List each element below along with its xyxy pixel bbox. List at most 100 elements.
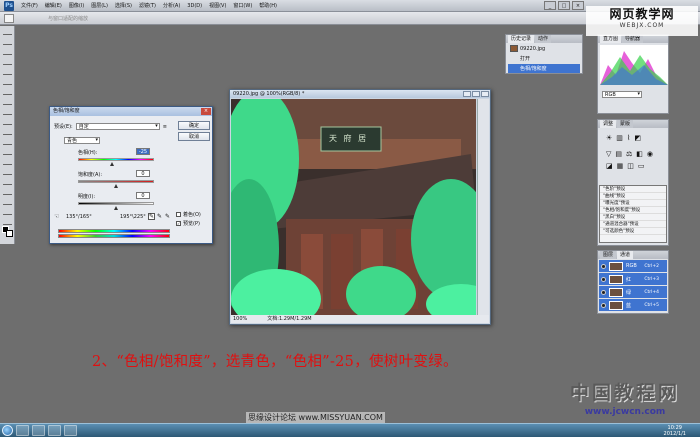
eye-icon[interactable] [601,289,606,295]
maximize-icon[interactable] [472,91,480,97]
preset-select[interactable]: 自定 [75,123,160,130]
eraser-tool-icon[interactable] [3,128,12,135]
menu-select[interactable]: 选择(S) [115,2,132,9]
saturation-slider-track[interactable] [78,180,154,183]
lightness-slider-thumb[interactable] [114,206,118,210]
taskbar-photoshop-icon[interactable] [64,425,77,436]
tab-adjustments[interactable]: 调整 [600,120,617,128]
menu-3d[interactable]: 3D(D) [187,3,202,9]
history-snapshot[interactable]: 09220.jpg [508,44,580,53]
eyedropper-minus-icon[interactable]: ✎ [165,213,170,220]
cancel-button[interactable]: 取消 [178,132,210,141]
taskbar-ie-icon[interactable] [16,425,29,436]
path-select-icon[interactable] [3,188,12,195]
tab-layers[interactable]: 图层 [600,251,617,259]
saturation-slider-thumb[interactable] [114,184,118,188]
colorize-checkbox[interactable]: 着色(O) [176,211,201,218]
menu-layer[interactable]: 图层(L) [91,2,108,9]
app-maximize-icon[interactable]: □ [558,1,570,10]
menu-help[interactable]: 帮助(H) [259,2,277,9]
lasso-tool-icon[interactable] [3,48,12,55]
invert-icon[interactable]: ◪ [606,162,613,170]
lightness-input[interactable]: 0 [136,192,150,199]
menu-filter[interactable]: 滤镜(T) [139,2,156,9]
app-close-icon[interactable]: × [572,1,584,10]
hand-tool-icon[interactable] [3,208,12,215]
minimize-icon[interactable] [463,91,471,97]
channel-row-blue[interactable]: 蓝 Ctrl+5 [599,299,667,311]
channel-row-rgb[interactable]: RGB Ctrl+2 [599,260,667,272]
history-brush-icon[interactable] [3,118,12,125]
saturation-input[interactable]: 0 [136,170,150,177]
dodge-tool-icon[interactable] [3,158,12,165]
threshold-icon[interactable]: ◫ [627,162,634,170]
levels-icon[interactable]: ▥ [616,134,623,142]
list-item[interactable]: "色阶"预设 [600,186,666,193]
tab-actions[interactable]: 动作 [535,35,552,43]
background-color-swatch[interactable] [6,230,13,237]
gradient-map-icon[interactable]: ▭ [638,162,645,170]
document-photo[interactable]: 天 府 居 [231,99,476,316]
brightness-icon[interactable]: ☀ [606,134,612,142]
balance-icon[interactable]: ⚖ [626,150,632,158]
eyedropper-icon[interactable]: ✎ [148,213,155,220]
hue-slider-thumb[interactable] [110,162,114,166]
hue-slider-track[interactable] [78,158,154,161]
eyedropper-icon[interactable] [3,78,12,85]
gradient-tool-icon[interactable] [3,138,12,145]
photo-filter-icon[interactable]: ◉ [647,150,653,158]
eyedropper-plus-icon[interactable]: ✎ [157,213,162,220]
healing-tool-icon[interactable] [3,88,12,95]
vibrance-icon[interactable]: ▽ [606,150,611,158]
list-item[interactable]: "可选颜色"预设 [600,228,666,235]
crop-tool-icon[interactable] [3,68,12,75]
list-item[interactable]: "通道混合器"预设 [600,221,666,228]
preset-menu-icon[interactable]: ≡ [163,124,167,130]
taskbar-folder-icon[interactable] [32,425,45,436]
histogram-channel-select[interactable]: RGB [602,91,642,98]
list-item[interactable]: "曝光度"预设 [600,200,666,207]
posterize-icon[interactable]: ▦ [617,162,624,170]
list-item[interactable]: "黑白"预设 [600,214,666,221]
brush-tool-icon[interactable] [3,98,12,105]
history-item-hue-sat[interactable]: 色相/饱和度 [508,64,580,73]
hue-input[interactable]: -25 [136,148,150,155]
marquee-tool-icon[interactable] [3,38,12,45]
tab-navigator[interactable]: 导航器 [622,35,644,43]
exposure-icon[interactable]: ◩ [634,134,641,142]
eye-icon[interactable] [601,302,606,308]
start-button-icon[interactable] [2,425,13,436]
zoom-level[interactable]: 100% [233,315,247,323]
menu-edit[interactable]: 编辑(E) [45,2,62,9]
shape-tool-icon[interactable] [3,198,12,205]
tab-histogram[interactable]: 直方图 [600,35,622,43]
colorize-checkbox-box[interactable] [176,212,181,217]
bw-icon[interactable]: ◧ [636,150,643,158]
curves-icon[interactable]: ⌇ [627,134,630,142]
quick-select-tool-icon[interactable] [3,58,12,65]
menu-analysis[interactable]: 分析(A) [163,2,180,9]
preview-checkbox[interactable]: ✓ 预览(P) [176,220,200,227]
move-tool-icon[interactable] [3,28,12,35]
stamp-tool-icon[interactable] [3,108,12,115]
channel-row-red[interactable]: 红 Ctrl+3 [599,273,667,285]
history-item-open[interactable]: 打开 [508,54,580,63]
channel-select[interactable]: 青色 [64,137,100,144]
type-tool-icon[interactable] [3,178,12,185]
ok-button[interactable]: 确定 [178,121,210,130]
pen-tool-icon[interactable] [3,168,12,175]
eye-icon[interactable] [601,263,606,269]
channel-row-green[interactable]: 绿 Ctrl+4 [599,286,667,298]
taskbar-media-icon[interactable] [48,425,61,436]
preview-checkbox-box[interactable]: ✓ [176,221,181,226]
hue-sat-icon[interactable]: ▤ [615,150,622,158]
menu-image[interactable]: 图像(I) [69,2,84,9]
list-item[interactable]: "曲线"预设 [600,193,666,200]
document-vertical-scrollbar[interactable] [477,99,489,316]
eyedropper-tool-icon[interactable] [4,13,14,23]
hand-icon[interactable]: ☜ [54,213,59,220]
menu-window[interactable]: 窗口(W) [233,2,252,9]
tab-channels[interactable]: 通道 [617,251,634,259]
lightness-slider-track[interactable] [78,202,154,205]
zoom-tool-icon[interactable] [3,218,12,225]
